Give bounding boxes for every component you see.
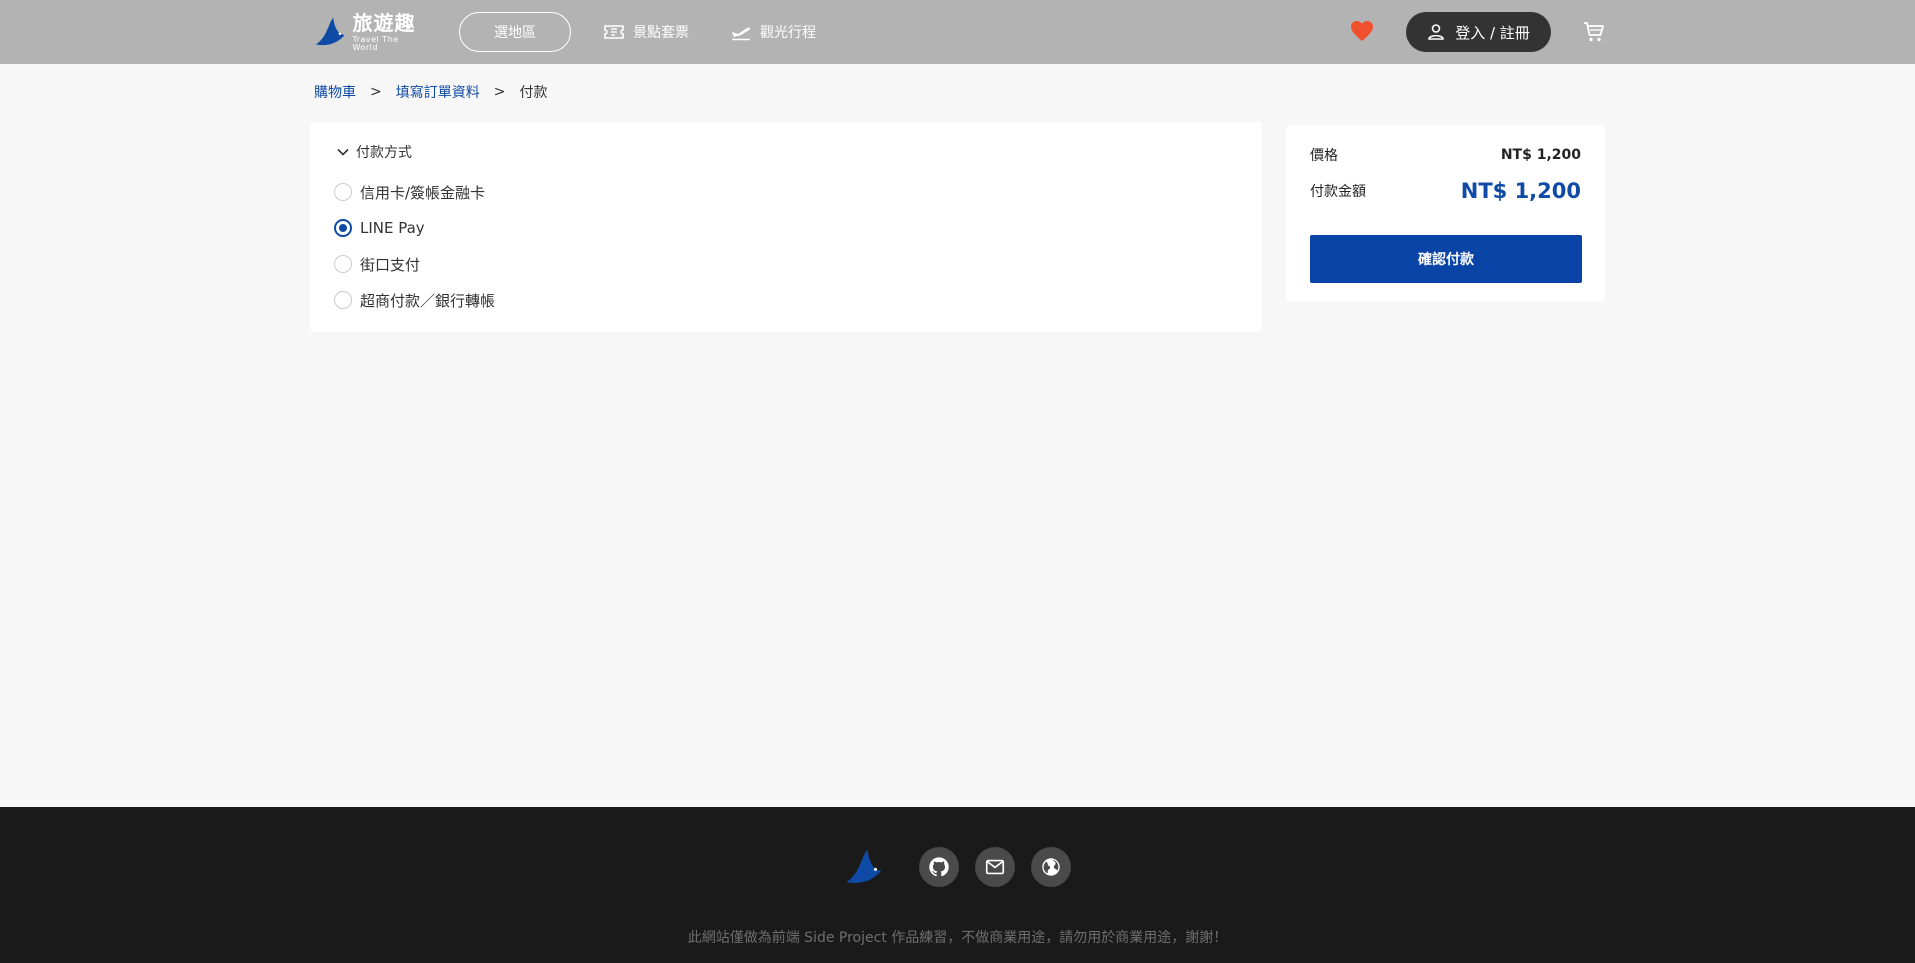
total-value: NT$ 1,200 bbox=[1460, 179, 1581, 203]
price-value: NT$ 1,200 bbox=[1500, 147, 1581, 163]
radio-button[interactable] bbox=[334, 291, 352, 309]
payment-option-store-bank-transfer[interactable]: 超商付款／銀行轉帳 bbox=[334, 289, 495, 311]
site-header: 旅遊趣 Travel The World 選地區 景點套票 觀光行程 登入 / … bbox=[0, 0, 1915, 64]
breadcrumb: 購物車 > 填寫訂單資料 > 付款 bbox=[314, 82, 547, 102]
payment-method-title: 付款方式 bbox=[356, 145, 412, 161]
site-footer: 此網站僅做為前端 Side Project 作品練習，不做商業用途，請勿用於商業… bbox=[0, 807, 1915, 963]
price-row: 價格 NT$ 1,200 bbox=[1310, 145, 1581, 165]
price-label: 價格 bbox=[1310, 148, 1338, 164]
payment-method-toggle[interactable]: 付款方式 bbox=[336, 142, 412, 162]
cart-icon[interactable] bbox=[1582, 20, 1606, 44]
breadcrumb-order-info-link[interactable]: 填寫訂單資料 bbox=[396, 82, 480, 102]
payment-option-label: 信用卡/簽帳金融卡 bbox=[360, 183, 486, 202]
footer-disclaimer: 此網站僅做為前端 Side Project 作品練習，不做商業用途，請勿用於商業… bbox=[687, 930, 1228, 946]
logo-tagline: Travel The World bbox=[352, 34, 399, 52]
payment-option-label: 超商付款／銀行轉帳 bbox=[360, 291, 496, 310]
payment-option-jko-pay[interactable]: 街口支付 bbox=[334, 253, 420, 275]
payment-option-label: 街口支付 bbox=[360, 255, 421, 274]
website-link[interactable] bbox=[1031, 847, 1071, 887]
mail-icon bbox=[985, 859, 1005, 875]
payment-option-label: LINE Pay bbox=[360, 219, 425, 237]
nav-tours-label: 觀光行程 bbox=[760, 25, 816, 41]
globe-icon bbox=[1042, 858, 1060, 876]
github-icon bbox=[929, 857, 949, 877]
logo-name: 旅遊趣 bbox=[352, 10, 416, 35]
select-region-button[interactable]: 選地區 bbox=[459, 12, 571, 52]
user-icon bbox=[1428, 24, 1445, 40]
chevron-down-icon bbox=[337, 148, 349, 156]
payment-option-line-pay[interactable]: LINE Pay bbox=[334, 217, 425, 239]
radio-button-selected[interactable] bbox=[334, 219, 352, 237]
github-link[interactable] bbox=[919, 847, 959, 887]
login-register-button[interactable]: 登入 / 註冊 bbox=[1406, 12, 1551, 52]
login-register-label: 登入 / 註冊 bbox=[1455, 23, 1530, 42]
nav-tickets-label: 景點套票 bbox=[633, 25, 689, 41]
email-link[interactable] bbox=[975, 847, 1015, 887]
total-label: 付款金額 bbox=[1310, 184, 1366, 200]
ticket-icon bbox=[604, 25, 624, 39]
breadcrumb-current: 付款 bbox=[519, 85, 548, 101]
radio-button[interactable] bbox=[334, 255, 352, 273]
breadcrumb-cart-link[interactable]: 購物車 bbox=[314, 82, 356, 102]
breadcrumb-separator: > bbox=[370, 84, 382, 100]
total-row: 付款金額 NT$ 1,200 bbox=[1310, 179, 1581, 203]
breadcrumb-separator: > bbox=[493, 84, 506, 100]
order-summary: 價格 NT$ 1,200 付款金額 NT$ 1,200 確認付款 bbox=[1286, 125, 1605, 302]
site-logo[interactable]: 旅遊趣 Travel The World bbox=[314, 12, 424, 52]
nav-tickets[interactable]: 景點套票 bbox=[603, 20, 689, 44]
nav-tours[interactable]: 觀光行程 bbox=[730, 20, 816, 44]
bird-logo-icon bbox=[846, 849, 882, 883]
payment-option-credit-card[interactable]: 信用卡/簽帳金融卡 bbox=[334, 181, 485, 203]
confirm-payment-button[interactable]: 確認付款 bbox=[1310, 235, 1582, 283]
favorites-heart-icon[interactable] bbox=[1350, 20, 1374, 42]
payment-method-panel: 付款方式 信用卡/簽帳金融卡 LINE Pay 街口支付 超商付款／銀行轉帳 bbox=[310, 122, 1262, 332]
radio-button[interactable] bbox=[334, 183, 352, 201]
bird-logo-icon bbox=[315, 17, 345, 46]
plane-icon bbox=[732, 27, 751, 41]
